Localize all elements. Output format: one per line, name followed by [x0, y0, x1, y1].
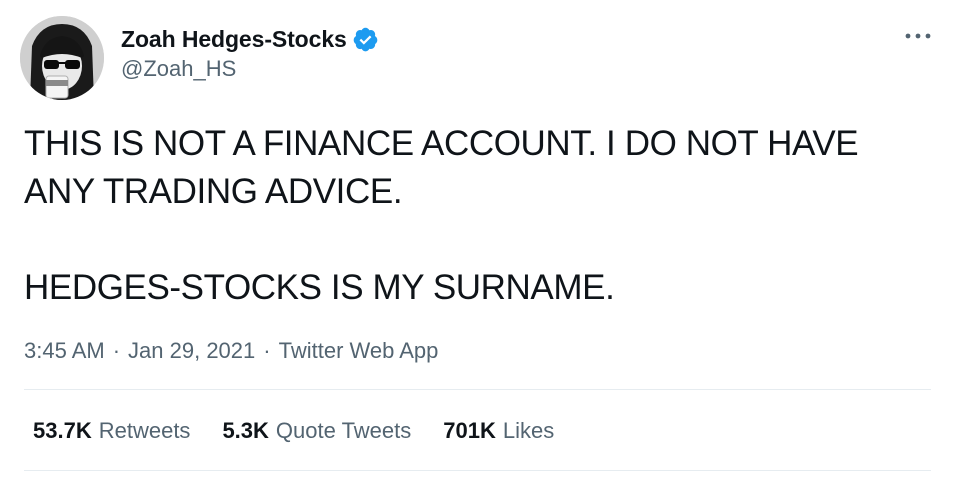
tweet-card: Zoah Hedges-Stocks @Zoah_HS THIS IS NOT … [0, 0, 953, 482]
verified-badge-icon [352, 26, 379, 53]
likes-label: Likes [502, 418, 555, 443]
retweets-count: 53.7K [33, 418, 92, 443]
tweet-metadata: 3:45 AM · Jan 29, 2021 · Twitter Web App [24, 336, 438, 366]
avatar-photo-icon [20, 16, 104, 100]
likes-count: 701K [443, 418, 496, 443]
avatar[interactable] [20, 16, 104, 100]
retweets-stat[interactable]: 53.7K Retweets [33, 418, 190, 444]
meta-separator: · [112, 338, 121, 363]
tweet-text: THIS IS NOT A FINANCE ACCOUNT. I DO NOT … [24, 124, 859, 307]
retweets-label: Retweets [98, 418, 191, 443]
tweet-time[interactable]: 3:45 AM [24, 338, 105, 364]
likes-stat[interactable]: 701K Likes [443, 418, 554, 444]
quote-tweets-count: 5.3K [222, 418, 269, 443]
author-display-name[interactable]: Zoah Hedges-Stocks [121, 26, 347, 53]
author-handle[interactable]: @Zoah_HS [121, 56, 379, 82]
more-options-button[interactable] [903, 24, 933, 48]
tweet-source-link[interactable]: Twitter Web App [279, 338, 439, 364]
author-block: Zoah Hedges-Stocks @Zoah_HS [121, 24, 379, 82]
divider [24, 389, 931, 390]
more-horizontal-icon [905, 33, 931, 39]
author-name-row: Zoah Hedges-Stocks [121, 24, 379, 54]
meta-separator: · [263, 338, 271, 363]
quote-tweets-stat[interactable]: 5.3K Quote Tweets [222, 418, 411, 444]
divider [24, 470, 931, 471]
tweet-stats: 53.7K Retweets 5.3K Quote Tweets 701K Li… [33, 416, 586, 446]
quote-tweets-label: Quote Tweets [275, 418, 412, 443]
tweet-date[interactable]: Jan 29, 2021 [128, 338, 255, 364]
